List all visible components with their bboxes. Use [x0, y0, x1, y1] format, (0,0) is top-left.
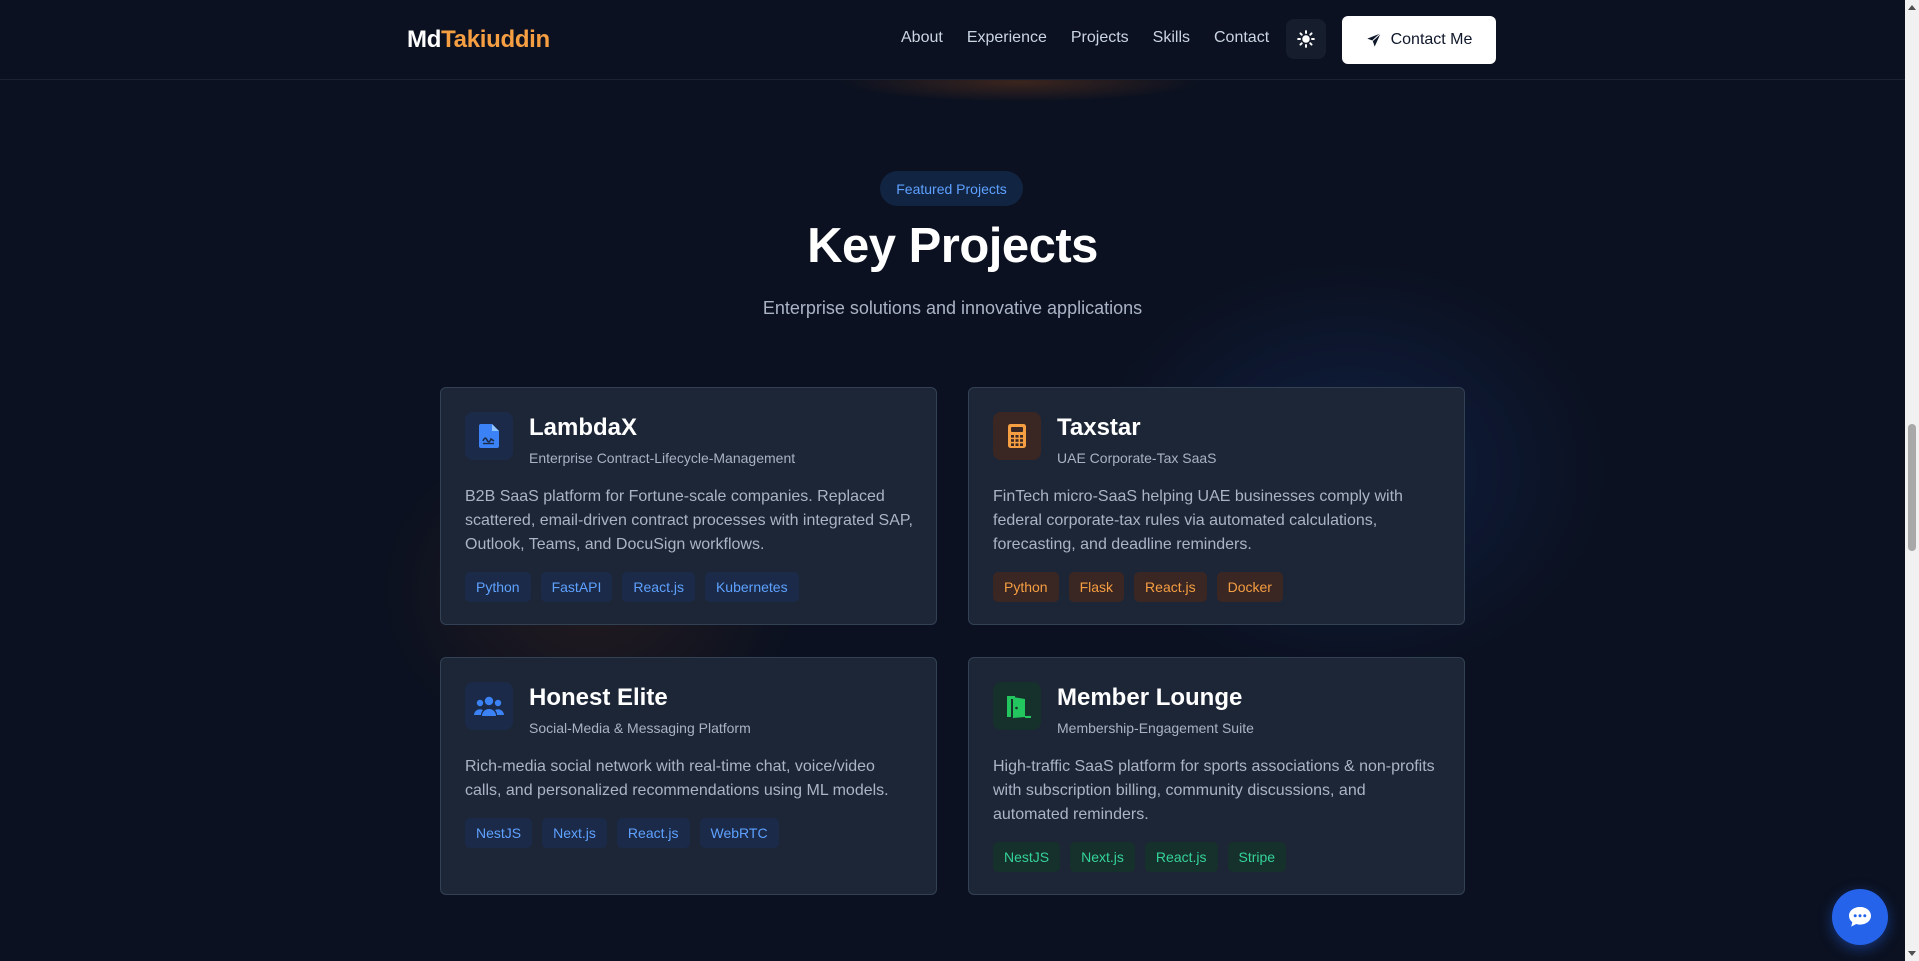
tech-tag: Next.js	[542, 818, 607, 848]
tech-tag: Kubernetes	[704, 572, 799, 602]
scroll-thumb[interactable]	[1908, 424, 1916, 551]
project-tagline: Membership-Engagement Suite	[1057, 720, 1254, 736]
nav-about[interactable]: About	[901, 29, 943, 47]
nav-experience[interactable]: Experience	[967, 29, 1047, 47]
tech-tag: Flask	[1068, 572, 1125, 602]
tech-tag: Docker	[1216, 572, 1283, 602]
page-scrollbar[interactable]	[1905, 0, 1919, 961]
tech-tag: Python	[993, 572, 1059, 602]
main-nav: About Experience Projects Skills Contact	[901, 29, 1293, 47]
project-description: B2B SaaS platform for Fortune-scale comp…	[465, 488, 913, 553]
project-icon-box	[465, 412, 513, 460]
nav-contact[interactable]: Contact	[1214, 29, 1269, 47]
calculator-icon	[1008, 424, 1026, 448]
chat-bubble-icon	[1849, 907, 1871, 927]
scroll-down-arrow-icon[interactable]	[1908, 951, 1916, 956]
theme-toggle-button[interactable]	[1286, 19, 1326, 59]
tech-tags: NestJS Next.js React.js Stripe	[993, 842, 1287, 872]
section-subtitle: Enterprise solutions and innovative appl…	[762, 298, 1143, 318]
section-title: Key Projects	[807, 219, 1098, 273]
project-tagline: Social-Media & Messaging Platform	[529, 720, 751, 736]
tech-tags: NestJS Next.js React.js WebRTC	[465, 818, 779, 848]
tech-tag: React.js	[1134, 572, 1207, 602]
sun-icon	[1297, 30, 1315, 48]
door-open-icon	[1003, 696, 1031, 718]
tech-tag: Next.js	[1070, 842, 1135, 872]
nav-projects[interactable]: Projects	[1071, 29, 1129, 47]
logo-first: Md	[407, 26, 442, 53]
tech-tags: Python Flask React.js Docker	[993, 572, 1283, 602]
nav-skills[interactable]: Skills	[1153, 29, 1190, 47]
project-card-taxstar[interactable]: Taxstar UAE Corporate-Tax SaaS FinTech m…	[968, 387, 1465, 625]
section-badge: Featured Projects	[880, 171, 1023, 206]
logo-last: Takiuddin	[441, 26, 550, 53]
project-description: High-traffic SaaS platform for sports as…	[993, 758, 1435, 823]
project-description: FinTech micro-SaaS helping UAE businesse…	[993, 488, 1403, 553]
site-header: MdTakiuddin About Experience Projects Sk…	[0, 0, 1905, 80]
tech-tag: WebRTC	[699, 818, 779, 848]
chat-button[interactable]	[1832, 889, 1888, 945]
tech-tag: React.js	[1144, 842, 1218, 872]
tech-tags: Python FastAPI React.js Kubernetes	[465, 572, 799, 602]
tech-tag: NestJS	[993, 842, 1061, 872]
paper-plane-icon	[1366, 32, 1381, 47]
project-name: Taxstar	[1057, 414, 1141, 441]
tech-tag: React.js	[616, 818, 690, 848]
project-tagline: UAE Corporate-Tax SaaS	[1057, 450, 1217, 466]
project-tagline: Enterprise Contract-Lifecycle-Management	[529, 450, 796, 466]
tech-tag: NestJS	[465, 818, 533, 848]
project-name: Member Lounge	[1057, 684, 1243, 711]
tech-tag: Python	[465, 572, 531, 602]
tech-tag: React.js	[622, 572, 695, 602]
project-name: LambdaX	[529, 414, 638, 441]
project-card-member-lounge[interactable]: Member Lounge Membership-Engagement Suit…	[968, 657, 1465, 895]
contract-document-icon	[479, 424, 499, 448]
site-logo[interactable]: MdTakiuddin	[407, 26, 550, 54]
tech-tag: Stripe	[1227, 842, 1287, 872]
users-icon	[474, 696, 504, 716]
tech-tag: FastAPI	[540, 572, 613, 602]
scroll-up-arrow-icon[interactable]	[1908, 5, 1916, 10]
project-card-honest-elite[interactable]: Honest Elite Social-Media & Messaging Pl…	[440, 657, 937, 895]
project-name: Honest Elite	[529, 684, 668, 711]
contact-me-button[interactable]: Contact Me	[1342, 16, 1496, 64]
project-icon-box	[465, 682, 513, 730]
contact-me-label: Contact Me	[1390, 31, 1473, 48]
project-description: Rich-media social network with real-time…	[465, 758, 889, 799]
project-icon-box	[993, 682, 1041, 730]
project-card-lambdax[interactable]: LambdaX Enterprise Contract-Lifecycle-Ma…	[440, 387, 937, 625]
project-icon-box	[993, 412, 1041, 460]
